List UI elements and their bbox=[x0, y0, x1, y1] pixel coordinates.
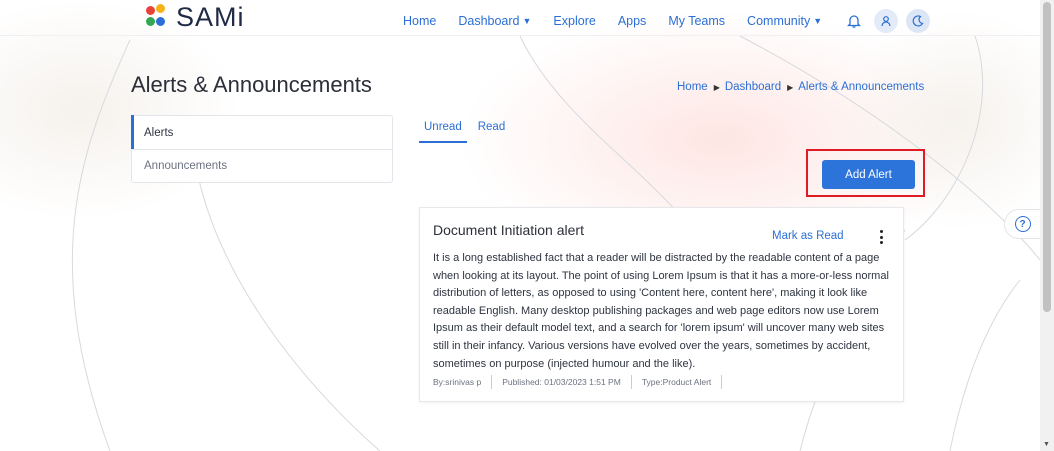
more-options-icon[interactable] bbox=[876, 230, 886, 244]
tab-unread[interactable]: Unread bbox=[419, 120, 467, 143]
top-navigation: Home Dashboard ▼ Explore Apps My Teams C… bbox=[403, 9, 938, 33]
scrollbar-thumb[interactable] bbox=[1043, 2, 1051, 312]
moon-icon bbox=[912, 15, 924, 27]
sidebar-item-announcements[interactable]: Announcements bbox=[132, 149, 392, 182]
nav-explore[interactable]: Explore bbox=[553, 14, 595, 28]
chevron-right-icon: ▶ bbox=[713, 82, 720, 92]
alert-meta: By:srinivas p Published: 01/03/2023 1:51… bbox=[433, 375, 732, 389]
scroll-down-icon[interactable]: ▼ bbox=[1043, 441, 1050, 448]
nav-dashboard[interactable]: Dashboard ▼ bbox=[458, 14, 531, 28]
help-button[interactable]: ? bbox=[1004, 209, 1040, 239]
alert-title: Document Initiation alert bbox=[433, 222, 584, 238]
alert-author: By:srinivas p bbox=[433, 375, 493, 389]
chevron-down-icon: ▼ bbox=[813, 16, 823, 26]
help-icon: ? bbox=[1014, 216, 1031, 232]
side-menu: Alerts Announcements bbox=[131, 115, 393, 183]
nav-home[interactable]: Home bbox=[403, 14, 436, 28]
user-profile-button[interactable] bbox=[874, 9, 899, 33]
vertical-scrollbar[interactable]: ▼ bbox=[1040, 0, 1054, 451]
chevron-down-icon: ▼ bbox=[522, 16, 532, 26]
breadcrumb: Home ▶ Dashboard ▶ Alerts & Announcement… bbox=[677, 81, 924, 93]
logo-icon bbox=[146, 3, 166, 32]
breadcrumb-dashboard[interactable]: Dashboard bbox=[725, 81, 781, 93]
nav-apps[interactable]: Apps bbox=[618, 14, 647, 28]
alert-card: Document Initiation alert Mark as Read I… bbox=[419, 207, 904, 402]
breadcrumb-current[interactable]: Alerts & Announcements bbox=[798, 81, 924, 93]
header-divider bbox=[0, 35, 1040, 36]
brand-name: SAMi bbox=[176, 2, 245, 32]
alert-type: Type:Product Alert bbox=[642, 375, 723, 389]
mark-as-read-link[interactable]: Mark as Read bbox=[772, 230, 844, 242]
alert-published: Published: 01/03/2023 1:51 PM bbox=[502, 375, 632, 389]
brand-logo[interactable]: SAMi bbox=[146, 2, 245, 33]
user-icon bbox=[881, 16, 891, 27]
theme-toggle-button[interactable] bbox=[906, 9, 931, 33]
notifications-bell-icon[interactable] bbox=[844, 9, 864, 33]
chevron-right-icon: ▶ bbox=[787, 82, 794, 92]
breadcrumb-home[interactable]: Home bbox=[677, 81, 708, 93]
alert-body: It is a long established fact that a rea… bbox=[433, 252, 889, 370]
nav-dashboard-label: Dashboard bbox=[458, 14, 520, 28]
sidebar-item-alerts[interactable]: Alerts bbox=[131, 115, 392, 149]
nav-community[interactable]: Community ▼ bbox=[747, 14, 822, 28]
tab-read[interactable]: Read bbox=[473, 120, 511, 143]
nav-community-label: Community bbox=[747, 14, 811, 28]
nav-my-teams[interactable]: My Teams bbox=[668, 14, 725, 28]
page-title: Alerts & Announcements bbox=[131, 72, 372, 97]
alert-tabs: Unread Read bbox=[419, 120, 516, 143]
add-alert-button[interactable]: Add Alert bbox=[822, 160, 915, 189]
add-alert-highlight: Add Alert bbox=[806, 149, 925, 197]
